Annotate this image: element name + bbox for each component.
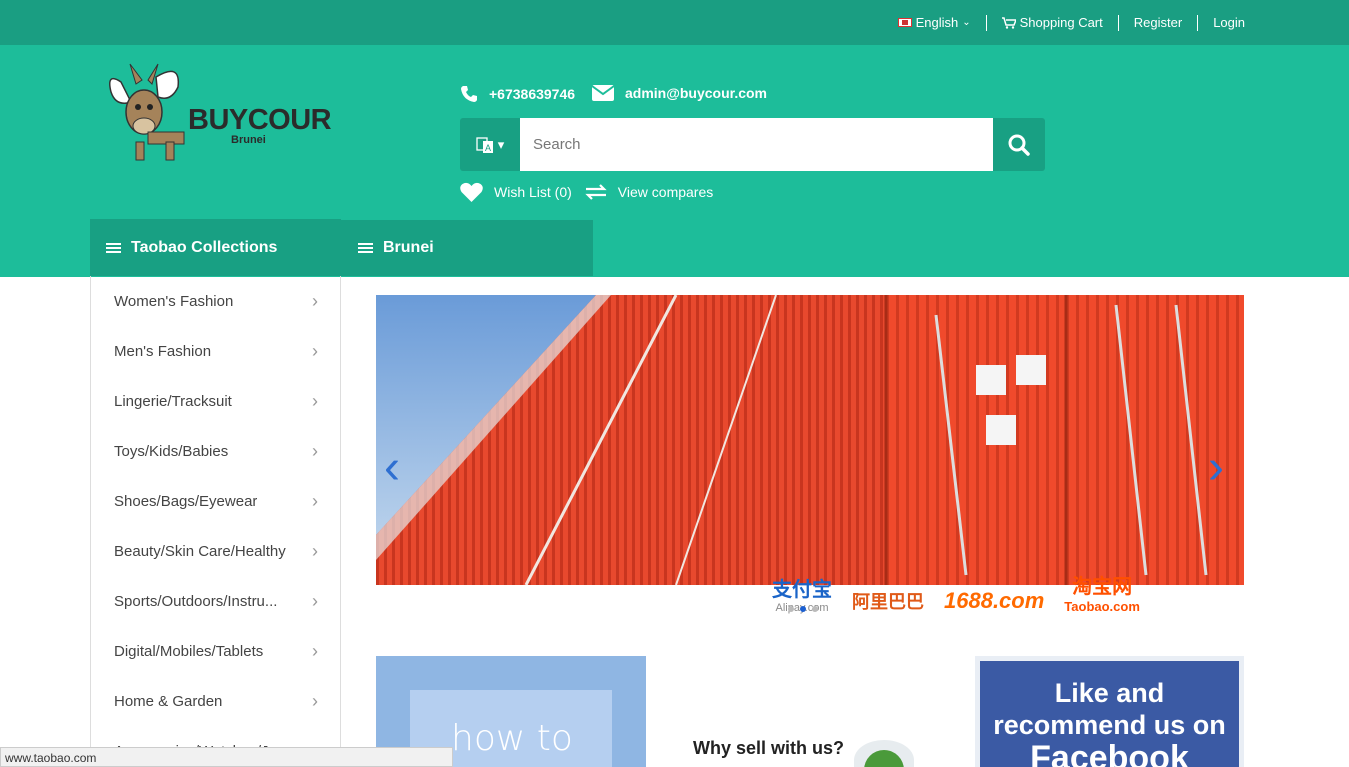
alibaba-logo: 阿里巴巴 <box>852 592 924 612</box>
taobao-collections-label: Taobao Collections <box>131 238 278 256</box>
compare-label: View compares <box>617 184 714 200</box>
chevron-right-icon: › <box>312 390 318 411</box>
plant-image <box>854 740 914 767</box>
taobao-logo: 淘宝网 Taobao.com <box>1064 576 1140 614</box>
slide-dot[interactable] <box>788 606 794 612</box>
status-bar-url: www.taobao.com <box>0 747 453 767</box>
1688-logo: 1688.com <box>944 588 1045 613</box>
chevron-right-icon: › <box>312 690 318 711</box>
chevron-right-icon: › <box>312 340 318 361</box>
chevron-right-icon: › <box>312 290 318 311</box>
logo-subtext: Brunei <box>231 134 266 146</box>
facebook-line-2: recommend us on <box>993 710 1226 740</box>
why-sell-text[interactable]: Why sell with us? <box>693 738 844 759</box>
wishlist-label: Wish List (0) <box>494 184 572 200</box>
chevron-down-icon: ⌄ <box>962 17 971 28</box>
language-selector[interactable]: English ⌄ <box>883 14 987 31</box>
phone-contact[interactable]: +6738639746 <box>459 84 575 104</box>
category-item[interactable]: Men's Fashion › <box>91 326 340 376</box>
search-bar: A ▾ <box>460 118 1045 171</box>
language-label: English <box>915 15 959 30</box>
facebook-tile[interactable]: Like and recommend us on Facebook <box>975 656 1244 767</box>
category-item[interactable]: Sports/Outdoors/Instru... › <box>91 576 340 626</box>
containers-banner-image <box>376 295 1244 586</box>
next-slide-arrow-icon[interactable]: › <box>1208 440 1224 495</box>
search-button[interactable] <box>993 118 1045 171</box>
prev-slide-arrow-icon[interactable]: ‹ <box>384 440 400 495</box>
shopping-cart-link[interactable]: Shopping Cart <box>987 14 1119 31</box>
envelope-icon <box>591 85 615 101</box>
search-icon <box>1008 134 1030 156</box>
logo-text: BUYCOUR <box>188 104 332 136</box>
banner-slider[interactable]: ‹ › 支付宝 Alipay.com 阿里巴巴 1688.com 淘宝网 Tao… <box>376 295 1244 620</box>
slide-dot[interactable] <box>812 606 818 612</box>
heart-icon <box>460 182 483 202</box>
translate-icon: A <box>476 136 493 153</box>
chevron-right-icon: › <box>312 540 318 561</box>
email-address: admin@buycour.com <box>625 85 768 101</box>
facebook-line-3: Facebook <box>1030 739 1189 767</box>
chevron-right-icon: › <box>312 590 318 611</box>
register-link[interactable]: Register <box>1119 14 1199 31</box>
phone-icon <box>461 86 477 102</box>
top-nav: English ⌄ Shopping Cart Register Login <box>883 0 1245 45</box>
category-item[interactable]: Lingerie/Tracksuit › <box>91 376 340 426</box>
list-icon <box>106 242 121 253</box>
header-links: Wish List (0) View compares <box>459 181 725 203</box>
slide-dot-active[interactable] <box>800 606 806 612</box>
brunei-tab[interactable]: Brunei <box>341 220 593 276</box>
list-icon <box>358 243 373 253</box>
chevron-right-icon: › <box>312 490 318 511</box>
top-bar: English ⌄ Shopping Cart Register Login <box>0 0 1349 45</box>
facebook-line-1: Like and <box>1054 678 1165 708</box>
category-sidebar: Women's Fashion › Men's Fashion › Lingerie… <box>90 276 341 767</box>
phone-number: +6738639746 <box>489 86 576 102</box>
email-contact[interactable]: admin@buycour.com <box>591 84 767 102</box>
slide-indicators <box>788 606 818 612</box>
caret-down-icon: ▾ <box>497 136 505 152</box>
category-item[interactable]: Beauty/Skin Care/Healthy › <box>91 526 340 576</box>
taobao-collections-tab[interactable]: Taobao Collections <box>90 219 341 276</box>
category-item[interactable]: Digital/Mobiles/Tablets › <box>91 626 340 676</box>
category-item[interactable]: Women's Fashion › <box>91 276 340 326</box>
translate-dropdown[interactable]: A ▾ <box>460 118 520 171</box>
compare-link[interactable]: View compares <box>584 183 713 201</box>
shopping-cart-label: Shopping Cart <box>1019 15 1103 30</box>
uk-flag-icon <box>897 18 912 27</box>
chevron-right-icon: › <box>312 640 318 661</box>
category-item[interactable]: Shoes/Bags/Eyewear › <box>91 476 340 526</box>
brand-logos: 支付宝 Alipay.com 阿里巴巴 1688.com 淘宝网 Taobao.… <box>772 570 1140 614</box>
compare-arrows-icon <box>585 184 607 200</box>
login-link[interactable]: Login <box>1198 15 1245 31</box>
category-item[interactable]: Home & Garden › <box>91 676 340 726</box>
cart-icon <box>1001 16 1016 29</box>
wishlist-link[interactable]: Wish List (0) <box>459 181 572 203</box>
category-item[interactable]: Toys/Kids/Babies › <box>91 426 340 476</box>
how-to-text: how to <box>451 718 573 759</box>
chevron-right-icon: › <box>312 440 318 461</box>
search-input[interactable] <box>520 118 993 171</box>
brunei-label: Brunei <box>383 239 434 256</box>
svg-text:A: A <box>485 143 491 153</box>
